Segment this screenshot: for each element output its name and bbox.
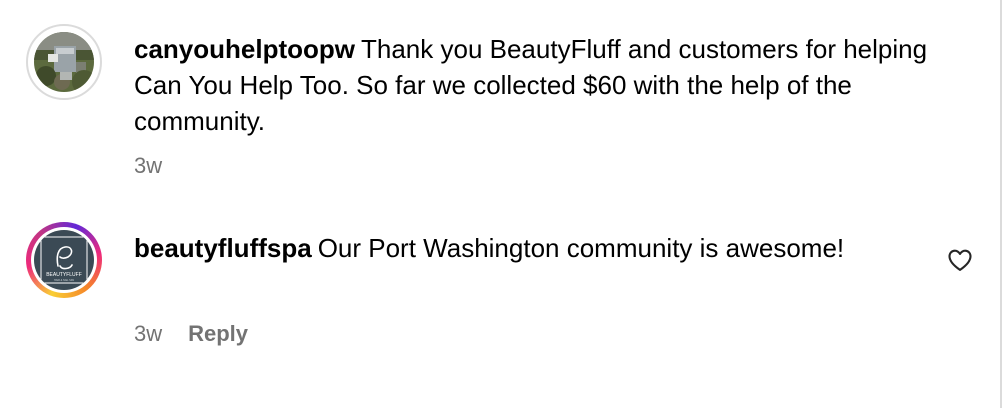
logo-brand-text: BEAUTYFLUFF [46, 272, 82, 278]
comment-username[interactable]: beautyfluffspa [134, 233, 312, 263]
comment-meta: 3w Reply [134, 321, 248, 347]
comment-text-block: beautyfluffspa Our Port Washington commun… [134, 230, 934, 266]
photo-avatar-icon [34, 32, 94, 92]
avatar[interactable] [26, 24, 102, 100]
comment-body: Our Port Washington community is awesome… [317, 233, 845, 263]
avatar: BEAUTYFLUFF HAIR & NAIL SPA [31, 227, 97, 293]
logo-sub-text: HAIR & NAIL SPA [54, 279, 74, 282]
comment-meta: 3w [134, 153, 162, 179]
comment-timestamp[interactable]: 3w [134, 153, 162, 179]
comment-username[interactable]: canyouhelptoopw [134, 34, 355, 64]
beautyfluff-logo-icon: BEAUTYFLUFF HAIR & NAIL SPA [34, 230, 94, 290]
comment-text-block: canyouhelptoopw Thank you BeautyFluff and… [134, 31, 934, 139]
avatar-story-ring[interactable]: BEAUTYFLUFF HAIR & NAIL SPA [26, 222, 102, 298]
comment-timestamp[interactable]: 3w [134, 321, 162, 347]
heart-outline-icon[interactable] [946, 246, 974, 274]
reply-button[interactable]: Reply [188, 321, 248, 347]
